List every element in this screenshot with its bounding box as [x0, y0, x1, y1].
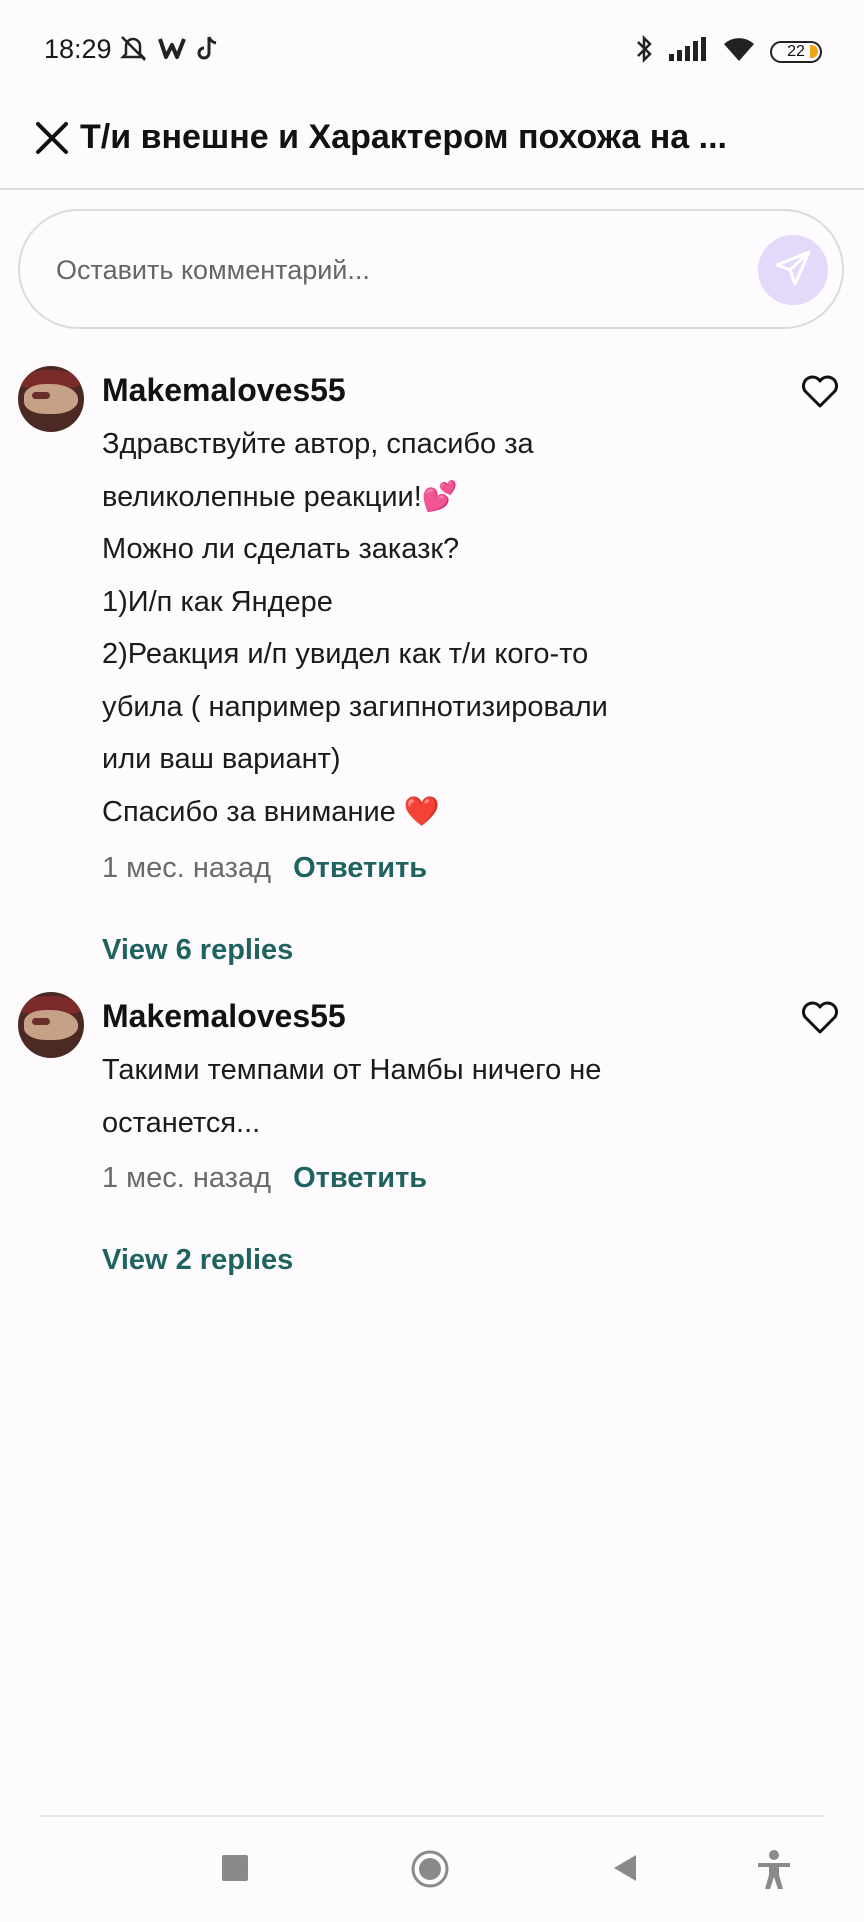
mute-icon [118, 34, 148, 67]
comment-username[interactable]: Makemaloves55 [102, 372, 346, 409]
comment-line: Здравствуйте автор, спасибо за [102, 428, 534, 460]
system-nav-bar [40, 1815, 824, 1922]
comment-time: 1 мес. назад [102, 852, 272, 884]
status-bar: 18:29 22 [0, 0, 864, 104]
reply-button[interactable]: Ответить [293, 852, 427, 884]
comment-line: 1)И/п как Яндере [102, 585, 333, 618]
square-icon [220, 1855, 250, 1887]
accessibility-icon [754, 1850, 794, 1895]
accessibility-button[interactable] [754, 1849, 794, 1896]
comment-line: великолепные реакции!💕 [102, 480, 458, 513]
view-replies-link[interactable]: View 2 replies [102, 1244, 293, 1277]
comment-input-container [18, 209, 844, 329]
comment-text: Здравствуйте автор, спасибо за великолеп… [102, 418, 742, 838]
comment-line: Спасибо за внимание ❤️ [102, 795, 440, 828]
comment-text: Такими темпами от Намбы ничего не остане… [102, 1044, 742, 1149]
comment-input[interactable] [54, 245, 698, 295]
wifi-icon [722, 35, 756, 68]
page-title: Т/и внешне и Характером похожа на ... [80, 118, 727, 156]
avatar[interactable] [18, 366, 84, 432]
comment-line: останется... [102, 1106, 261, 1139]
view-replies-link[interactable]: View 6 replies [102, 934, 293, 967]
like-heart-icon[interactable] [800, 998, 840, 1038]
battery-icon: 22 [770, 40, 822, 63]
comment-line: Можно ли сделать заказк? [102, 533, 460, 565]
send-icon [773, 248, 813, 293]
recents-button[interactable] [220, 1853, 250, 1888]
home-button[interactable] [410, 1849, 450, 1894]
comment-line: убила ( например загипнотизировали [102, 690, 608, 723]
back-button[interactable] [610, 1853, 640, 1888]
avatar[interactable] [18, 992, 84, 1058]
status-time: 18:29 [44, 34, 112, 64]
comment-time: 1 мес. назад [102, 1162, 272, 1194]
comment-line: или ваш вариант) [102, 743, 341, 775]
bluetooth-icon [634, 34, 654, 69]
header: Т/и внешне и Характером похожа на ... [0, 104, 864, 190]
comment-line: Такими темпами от Намбы ничего не [102, 1054, 602, 1086]
like-heart-icon[interactable] [800, 372, 840, 412]
reply-button[interactable]: Ответить [293, 1162, 427, 1194]
home-circle-icon [410, 1850, 450, 1893]
comment-meta: 1 мес. назад Ответить [102, 1162, 427, 1195]
comment-line: 2)Реакция и/п увидел как т/и кого-то [102, 638, 589, 670]
tiktok-icon [196, 35, 220, 66]
battery-level: 22 [787, 42, 805, 60]
signal-icon [668, 36, 708, 67]
comment-username[interactable]: Makemaloves55 [102, 998, 346, 1035]
back-triangle-icon [610, 1855, 640, 1887]
send-button[interactable] [758, 235, 828, 305]
wattpad-icon [158, 35, 186, 66]
comment-meta: 1 мес. назад Ответить [102, 852, 427, 885]
close-icon[interactable] [32, 118, 72, 158]
